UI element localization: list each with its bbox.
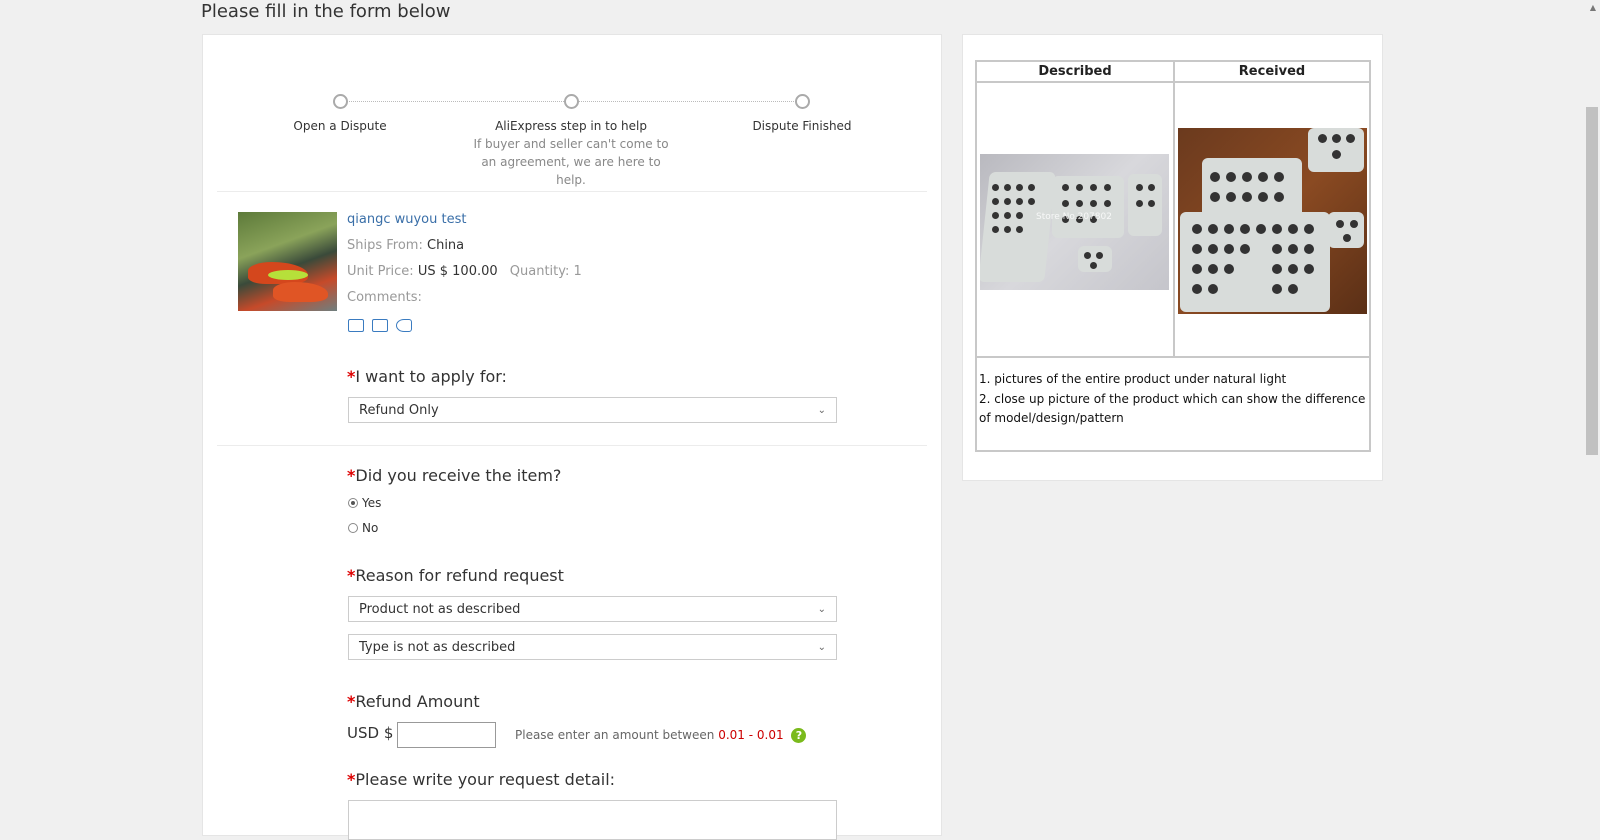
currency-label: USD $ xyxy=(347,724,394,742)
described-header: Described xyxy=(1038,64,1112,79)
note-line-2: 2. close up picture of the product which… xyxy=(979,391,1366,426)
step-3-label: Dispute Finished xyxy=(752,119,852,133)
quantity-label: Quantity: xyxy=(509,264,570,279)
step-2-circle-icon xyxy=(564,94,579,109)
apply-for-label: *I want to apply for: xyxy=(347,367,507,386)
scroll-up-arrow-icon[interactable]: ▲ xyxy=(1590,3,1596,12)
request-detail-textarea[interactable] xyxy=(348,800,837,840)
section-divider xyxy=(217,445,927,446)
step-1-label: Open a Dispute xyxy=(293,119,387,133)
refund-amount-label: *Refund Amount xyxy=(347,692,480,711)
step-1-circle-icon xyxy=(333,94,348,109)
radio-button-checked[interactable] xyxy=(348,498,358,508)
apply-for-select[interactable]: Refund Only ⌄ xyxy=(348,397,837,423)
note-line-1: 1. pictures of the entire product under … xyxy=(979,372,1287,386)
amount-hint: Please enter an amount between 0.01 - 0.… xyxy=(515,728,807,743)
comments-label: Comments: xyxy=(347,290,422,305)
quantity-value: 1 xyxy=(573,264,582,279)
step-3-circle-icon xyxy=(795,94,810,109)
received-header: Received xyxy=(1238,64,1306,79)
received-no-label: No xyxy=(362,521,379,535)
chevron-down-icon: ⌄ xyxy=(817,642,826,653)
ships-from-value: China xyxy=(427,238,465,253)
product-thumbnail[interactable] xyxy=(238,212,337,311)
unit-price-value: US $ 100.00 xyxy=(417,264,498,279)
reason-subtype-select[interactable]: Type is not as described ⌄ xyxy=(348,634,837,660)
table-rule xyxy=(977,356,1369,358)
page-title: Please fill in the form below xyxy=(201,1,451,22)
request-detail-label: *Please write your request detail: xyxy=(347,770,616,789)
chevron-down-icon: ⌄ xyxy=(817,405,826,416)
step-2-label: AliExpress step in to help xyxy=(495,119,647,133)
price-tag-icon[interactable] xyxy=(396,319,412,332)
received-no-option[interactable]: No xyxy=(348,521,378,535)
received-item-label: *Did you receive the item? xyxy=(347,466,562,485)
page-scrollbar[interactable]: ▲ xyxy=(1583,0,1600,817)
product-action-icons xyxy=(348,319,412,332)
ships-from-row: Ships From: China xyxy=(347,237,464,255)
help-question-icon[interactable]: ? xyxy=(791,728,807,743)
refund-reason-label: *Reason for refund request xyxy=(347,566,564,585)
product-title-link[interactable]: qiangc wuyou test xyxy=(347,211,466,229)
received-yes-label: Yes xyxy=(362,496,382,510)
step-2-description: If buyer and seller can't come to an agr… xyxy=(473,137,669,187)
shipping-truck-icon[interactable] xyxy=(348,319,364,332)
table-rule xyxy=(1173,62,1175,358)
section-divider xyxy=(217,191,927,192)
store-watermark: Store No.207802 xyxy=(1036,212,1112,222)
amount-range: 0.01 - 0.01 xyxy=(718,728,784,742)
comparison-table: Described Received Store No.207802 1. pi… xyxy=(975,60,1371,452)
refund-reason-select[interactable]: Product not as described ⌄ xyxy=(348,596,837,622)
received-yes-option[interactable]: Yes xyxy=(348,496,381,510)
ships-from-label: Ships From: xyxy=(347,238,423,253)
radio-button[interactable] xyxy=(348,523,358,533)
described-product-image: Store No.207802 xyxy=(980,154,1169,290)
chevron-down-icon: ⌄ xyxy=(817,604,826,615)
received-product-image xyxy=(1178,128,1367,314)
unit-price-label: Unit Price: xyxy=(347,264,414,279)
order-card-icon[interactable] xyxy=(372,319,388,332)
refund-amount-input[interactable] xyxy=(397,722,496,748)
price-row: Unit Price: US $ 100.00 Quantity: 1 xyxy=(347,263,582,281)
comparison-notes: 1. pictures of the entire product under … xyxy=(979,370,1371,429)
scrollbar-thumb[interactable] xyxy=(1586,107,1598,455)
